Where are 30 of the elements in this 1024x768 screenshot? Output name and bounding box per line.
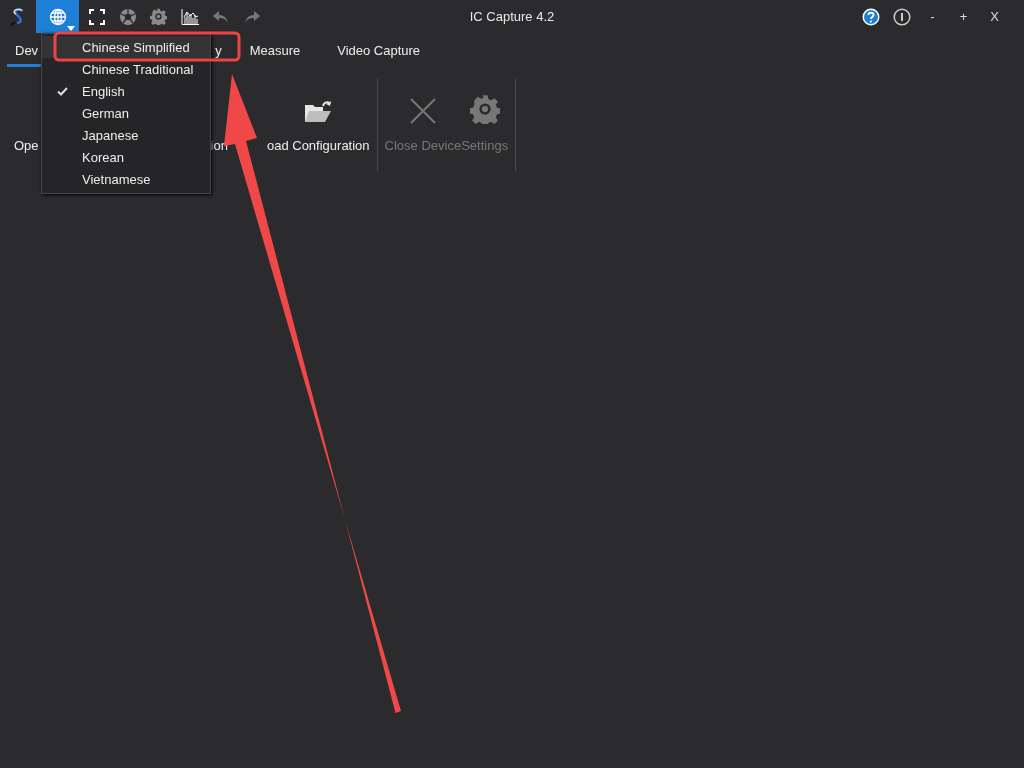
histogram-icon <box>180 8 199 25</box>
tab[interactable]: y <box>207 33 230 67</box>
help-icon <box>861 7 880 26</box>
menu-item[interactable]: Vietnamese <box>42 168 210 190</box>
aperture-icon <box>118 7 137 26</box>
tab[interactable]: Video Capture <box>329 33 429 67</box>
undo-icon <box>211 9 230 24</box>
menu-item[interactable]: Chinese Simplified <box>42 36 210 58</box>
window-control-button[interactable]: - <box>917 0 948 33</box>
close-icon <box>409 98 436 124</box>
tab[interactable]: Measure <box>241 33 309 67</box>
menu-item[interactable]: English <box>42 80 210 102</box>
check-icon <box>56 86 68 96</box>
window-title: IC Capture 4.2 <box>469 9 555 24</box>
ribbon-button[interactable]: oad Configuration <box>266 79 370 171</box>
window-control-button[interactable]: X <box>979 0 1010 33</box>
redo-icon <box>242 9 261 24</box>
fullscreen-icon <box>88 8 105 25</box>
window-control-button[interactable]: + <box>948 0 979 33</box>
globe-button[interactable] <box>36 0 79 33</box>
gear-icon <box>150 8 167 25</box>
info-icon <box>892 7 911 26</box>
ribbon-button[interactable]: Ope <box>14 79 39 171</box>
menu-item[interactable]: Japanese <box>42 124 210 146</box>
globe-icon <box>48 7 67 26</box>
ribbon-button[interactable]: ion <box>210 79 228 171</box>
menu-item[interactable]: German <box>42 102 210 124</box>
folder-icon <box>304 100 333 124</box>
gear-icon <box>469 94 500 124</box>
menu-item[interactable]: Korean <box>42 146 210 168</box>
